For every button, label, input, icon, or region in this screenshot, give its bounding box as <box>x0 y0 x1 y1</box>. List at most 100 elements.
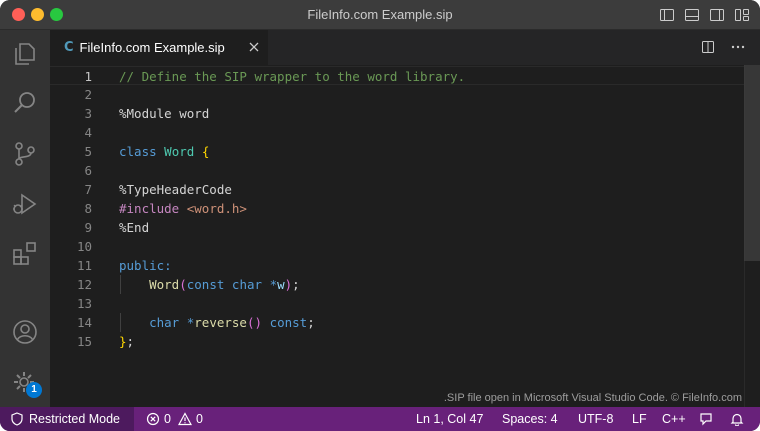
title-bar: FileInfo.com Example.sip <box>0 0 760 30</box>
code-line[interactable]: 4 <box>50 123 744 142</box>
code-token: %TypeHeaderCode <box>119 182 232 197</box>
code-text: // Define the SIP wrapper to the word li… <box>119 67 465 86</box>
more-actions-icon[interactable] <box>730 39 746 55</box>
notifications-button[interactable] <box>730 407 744 431</box>
code-token: Word <box>164 144 195 159</box>
code-line[interactable]: 15}; <box>50 332 744 351</box>
status-bar: Restricted Mode 0 0 Ln 1, Col 47 Spaces:… <box>0 407 760 431</box>
toggle-panel-icon[interactable] <box>684 7 700 23</box>
line-number: 5 <box>84 144 92 159</box>
shield-icon <box>10 412 24 426</box>
error-icon <box>146 412 160 426</box>
line-number: 10 <box>76 239 92 254</box>
code-token: ; <box>307 315 315 330</box>
indent-guide <box>120 313 121 332</box>
feedback-button[interactable] <box>699 407 713 431</box>
code-text: #include <word.h> <box>119 199 247 218</box>
restricted-mode-indicator[interactable]: Restricted Mode <box>0 407 134 431</box>
warning-icon <box>177 412 192 426</box>
encoding-setting[interactable]: UTF-8 <box>578 407 613 431</box>
source-control-icon[interactable] <box>11 140 39 168</box>
editor-tab-active[interactable]: C FileInfo.com Example.sip <box>50 30 268 65</box>
line-number: 13 <box>76 296 92 311</box>
toggle-secondary-sidebar-icon[interactable] <box>709 7 725 23</box>
line-number: 15 <box>76 334 92 349</box>
code-editor[interactable]: 1 // Define the SIP wrapper to the word l… <box>50 65 760 407</box>
warning-count: 0 <box>195 412 203 426</box>
indentation-setting[interactable]: Spaces: 4 <box>502 407 558 431</box>
code-text: %TypeHeaderCode <box>119 180 232 199</box>
extensions-icon[interactable] <box>11 240 39 268</box>
code-line[interactable]: 13 <box>50 294 744 313</box>
code-token: ; <box>292 277 300 292</box>
line-number: 14 <box>76 315 92 330</box>
code-token: #include <box>119 201 180 216</box>
explorer-icon[interactable] <box>11 40 39 68</box>
line-number: 1 <box>84 69 92 84</box>
search-icon[interactable] <box>11 89 39 117</box>
code-text: char *reverse() const; <box>119 313 315 332</box>
cursor-position[interactable]: Ln 1, Col 47 <box>416 407 483 431</box>
tab-label: FileInfo.com Example.sip <box>79 40 225 55</box>
line-number: 8 <box>84 201 92 216</box>
accounts-icon[interactable] <box>11 318 39 346</box>
code-token: %Module word <box>119 106 210 121</box>
line-number: 9 <box>84 220 92 235</box>
code-line[interactable]: 2 <box>50 85 744 104</box>
end-of-line-setting[interactable]: LF <box>632 407 647 431</box>
language-mode[interactable]: C++ <box>662 407 686 431</box>
editor-tab-bar: C FileInfo.com Example.sip <box>50 30 760 65</box>
close-tab-icon[interactable] <box>246 39 262 55</box>
line-number: 11 <box>76 258 92 273</box>
line-number: 3 <box>84 106 92 121</box>
code-line[interactable]: 8 #include <word.h> <box>50 199 744 218</box>
activity-bar: 1 <box>0 30 50 407</box>
line-number: 7 <box>84 182 92 197</box>
split-editor-icon[interactable] <box>700 39 716 55</box>
code-token: <word.h> <box>186 201 247 216</box>
code-token: char <box>149 315 180 330</box>
code-line[interactable]: 7 %TypeHeaderCode <box>50 180 744 199</box>
code-token: } <box>119 334 127 349</box>
run-and-debug-icon[interactable] <box>11 190 39 218</box>
customize-layout-icon[interactable] <box>734 7 750 23</box>
code-text: %Module word <box>119 104 209 123</box>
code-line[interactable]: 3 %Module word <box>50 104 744 123</box>
settings-update-badge: 1 <box>26 382 42 398</box>
code-line[interactable]: 6 <box>50 161 744 180</box>
code-line[interactable]: 5 class Word { <box>50 142 744 161</box>
code-token: * <box>269 277 278 292</box>
code-token: () <box>246 315 263 330</box>
vertical-scrollbar-thumb[interactable] <box>744 65 760 261</box>
code-line[interactable]: 11 public: <box>50 256 744 275</box>
code-line[interactable]: 9 %End <box>50 218 744 237</box>
code-token: char <box>231 277 263 292</box>
indent-guide <box>120 275 121 294</box>
code-token: const <box>186 277 225 292</box>
editor-actions <box>700 39 746 55</box>
code-text: public: <box>119 256 172 275</box>
code-token: ( <box>179 277 187 292</box>
code-text: %End <box>119 218 149 237</box>
code-text: class Word { <box>119 142 209 161</box>
code-token: // Define the SIP wrapper to the word li… <box>119 69 466 84</box>
code-line[interactable]: 14 char *reverse() const; <box>50 313 744 332</box>
layout-controls <box>659 7 750 23</box>
code-line[interactable]: 12 Word(const char *w); <box>50 275 744 294</box>
toggle-primary-sidebar-icon[interactable] <box>659 7 675 23</box>
code-token: const <box>269 315 308 330</box>
feedback-icon <box>699 412 713 426</box>
code-line[interactable]: 1 // Define the SIP wrapper to the word l… <box>50 66 744 85</box>
restricted-mode-label: Restricted Mode <box>29 412 121 426</box>
code-token: reverse <box>194 315 247 330</box>
problems-indicator[interactable]: 0 0 <box>146 407 203 431</box>
code-text: Word(const char *w); <box>119 275 300 294</box>
line-number: 2 <box>84 87 92 102</box>
error-count: 0 <box>164 412 171 426</box>
code-line[interactable]: 10 <box>50 237 744 256</box>
